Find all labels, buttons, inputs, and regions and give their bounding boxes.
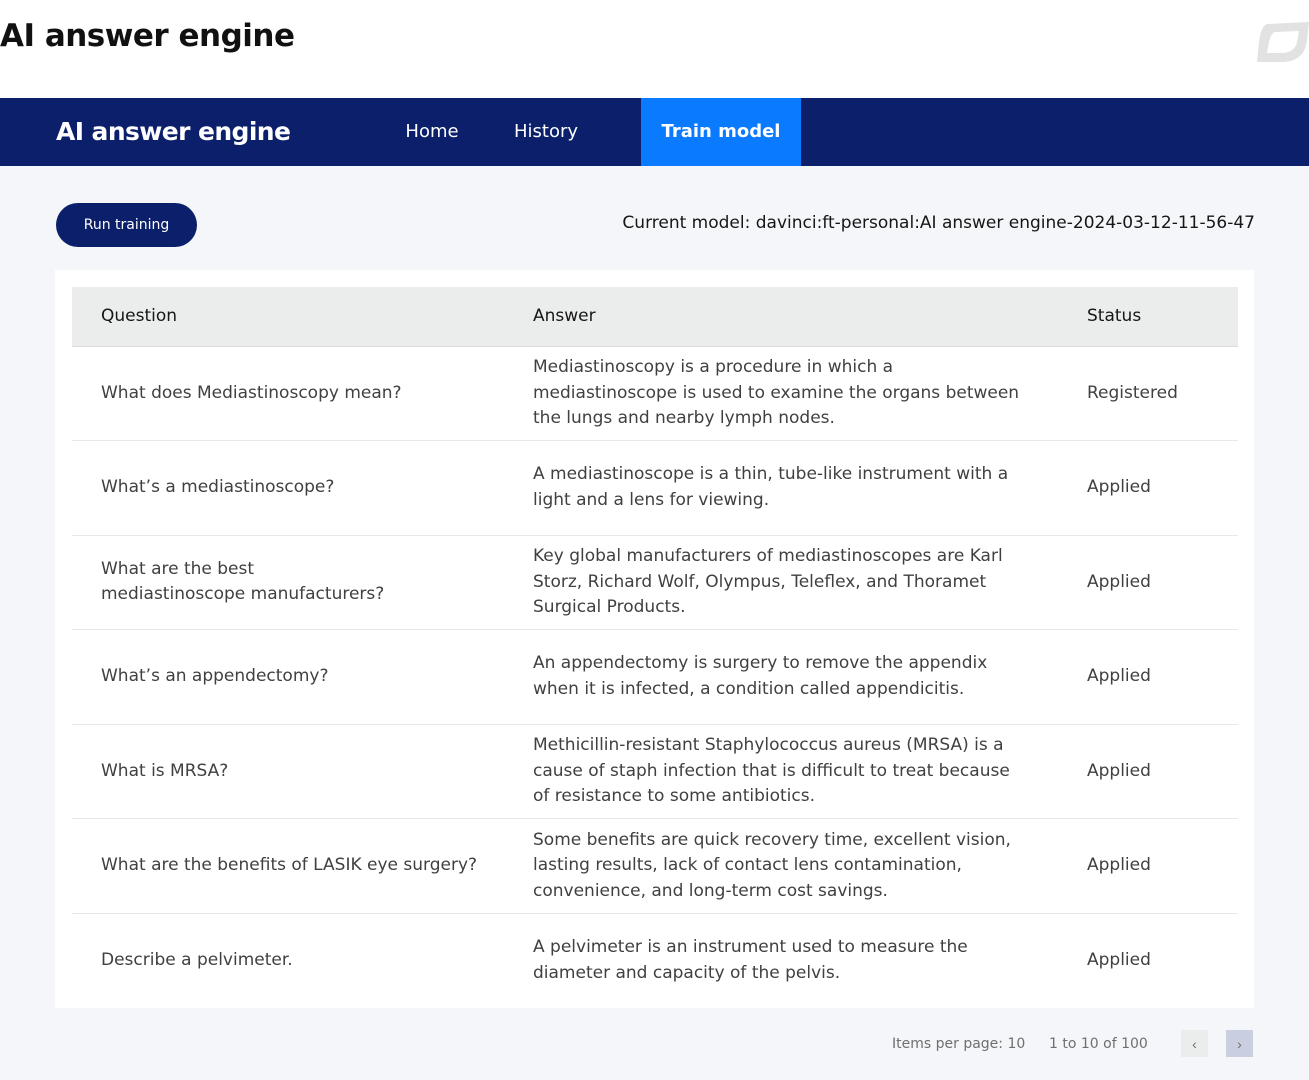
status-cell: Registered (1087, 346, 1238, 441)
column-header-question[interactable]: Question (72, 287, 533, 347)
question-cell: What’s an appendectomy? (72, 629, 533, 725)
answer-cell: A pelvimeter is an instrument used to me… (533, 937, 968, 983)
question-cell: Describe a pelvimeter. (101, 949, 293, 970)
question-cell: What are the best mediastinoscope manufa… (72, 535, 533, 630)
answer-cell: Mediastinoscopy is a procedure in which … (533, 346, 1087, 441)
answer-cell: Methicillin-resistant Staphylococcus aur… (533, 724, 1087, 819)
chevron-right-icon: › (1237, 1035, 1242, 1052)
table-row[interactable]: What are the best mediastinoscope manufa… (72, 535, 1238, 630)
table-row[interactable]: Describe a pelvimeter. A pelvimeter is a… (72, 913, 1238, 1008)
current-model-label: Current model: davinci:ft-personal:AI an… (622, 213, 1255, 233)
training-data-card: Question Answer Status What does Mediast… (55, 270, 1254, 1008)
status-cell: Applied (1087, 535, 1238, 630)
status-cell: Applied (1087, 818, 1238, 914)
app-container: AI answer engine Home History Train mode… (0, 98, 1309, 1080)
answer-cell: Key global manufacturers of mediastinosc… (533, 535, 1087, 630)
next-page-button[interactable]: › (1226, 1030, 1253, 1057)
page-title: AI answer engine (0, 18, 295, 54)
question-cell: What does Mediastinoscopy mean? (72, 346, 533, 441)
table-body: What does Mediastinoscopy mean? Mediastin… (72, 346, 1238, 1008)
pagination: Items per page: 10 1 to 10 of 100 ‹ › (0, 1030, 1309, 1060)
answer-cell: Some benefits are quick recovery time, e… (533, 818, 1087, 914)
answer-cell: A mediastinoscope is a thin, tube-like i… (533, 440, 1087, 536)
table-row[interactable]: What’s an appendectomy? An appendectomy i… (72, 629, 1238, 725)
nav-tab-history[interactable]: History (502, 98, 590, 166)
status-cell: Applied (1087, 440, 1238, 536)
run-training-button[interactable]: Run training (56, 203, 197, 247)
training-data-table: Question Answer Status What does Mediast… (72, 287, 1238, 1008)
status-cell: Applied (1087, 629, 1238, 725)
question-cell: What are the benefits of LASIK eye surge… (72, 818, 533, 914)
table-row[interactable]: What are the benefits of LASIK eye surge… (72, 818, 1238, 914)
page-range-label: 1 to 10 of 100 (1049, 1036, 1148, 1052)
column-header-status[interactable]: Status (1087, 287, 1238, 347)
table-header-row: Question Answer Status (72, 287, 1238, 347)
nav-tab-train-model[interactable]: Train model (641, 98, 801, 166)
leaf-logo-icon (1257, 22, 1309, 62)
table-row[interactable]: What is MRSA? Methicillin-resistant Staph… (72, 724, 1238, 819)
previous-page-button[interactable]: ‹ (1181, 1030, 1208, 1057)
table-row[interactable]: What’s a mediastinoscope? A mediastinosco… (72, 440, 1238, 536)
nav-tab-home[interactable]: Home (392, 98, 472, 166)
chevron-left-icon: ‹ (1192, 1035, 1197, 1052)
navbar: AI answer engine Home History Train mode… (0, 98, 1309, 166)
answer-cell: An appendectomy is surgery to remove the… (533, 629, 1087, 725)
status-cell: Applied (1087, 949, 1151, 970)
brand-name[interactable]: AI answer engine (56, 98, 291, 166)
status-cell: Applied (1087, 724, 1238, 819)
question-cell: What is MRSA? (72, 724, 533, 819)
question-cell: What’s a mediastinoscope? (72, 440, 533, 536)
items-per-page-selector[interactable]: Items per page: 10 (892, 1036, 1025, 1052)
column-header-answer[interactable]: Answer (533, 287, 1087, 347)
table-row[interactable]: What does Mediastinoscopy mean? Mediastin… (72, 346, 1238, 441)
